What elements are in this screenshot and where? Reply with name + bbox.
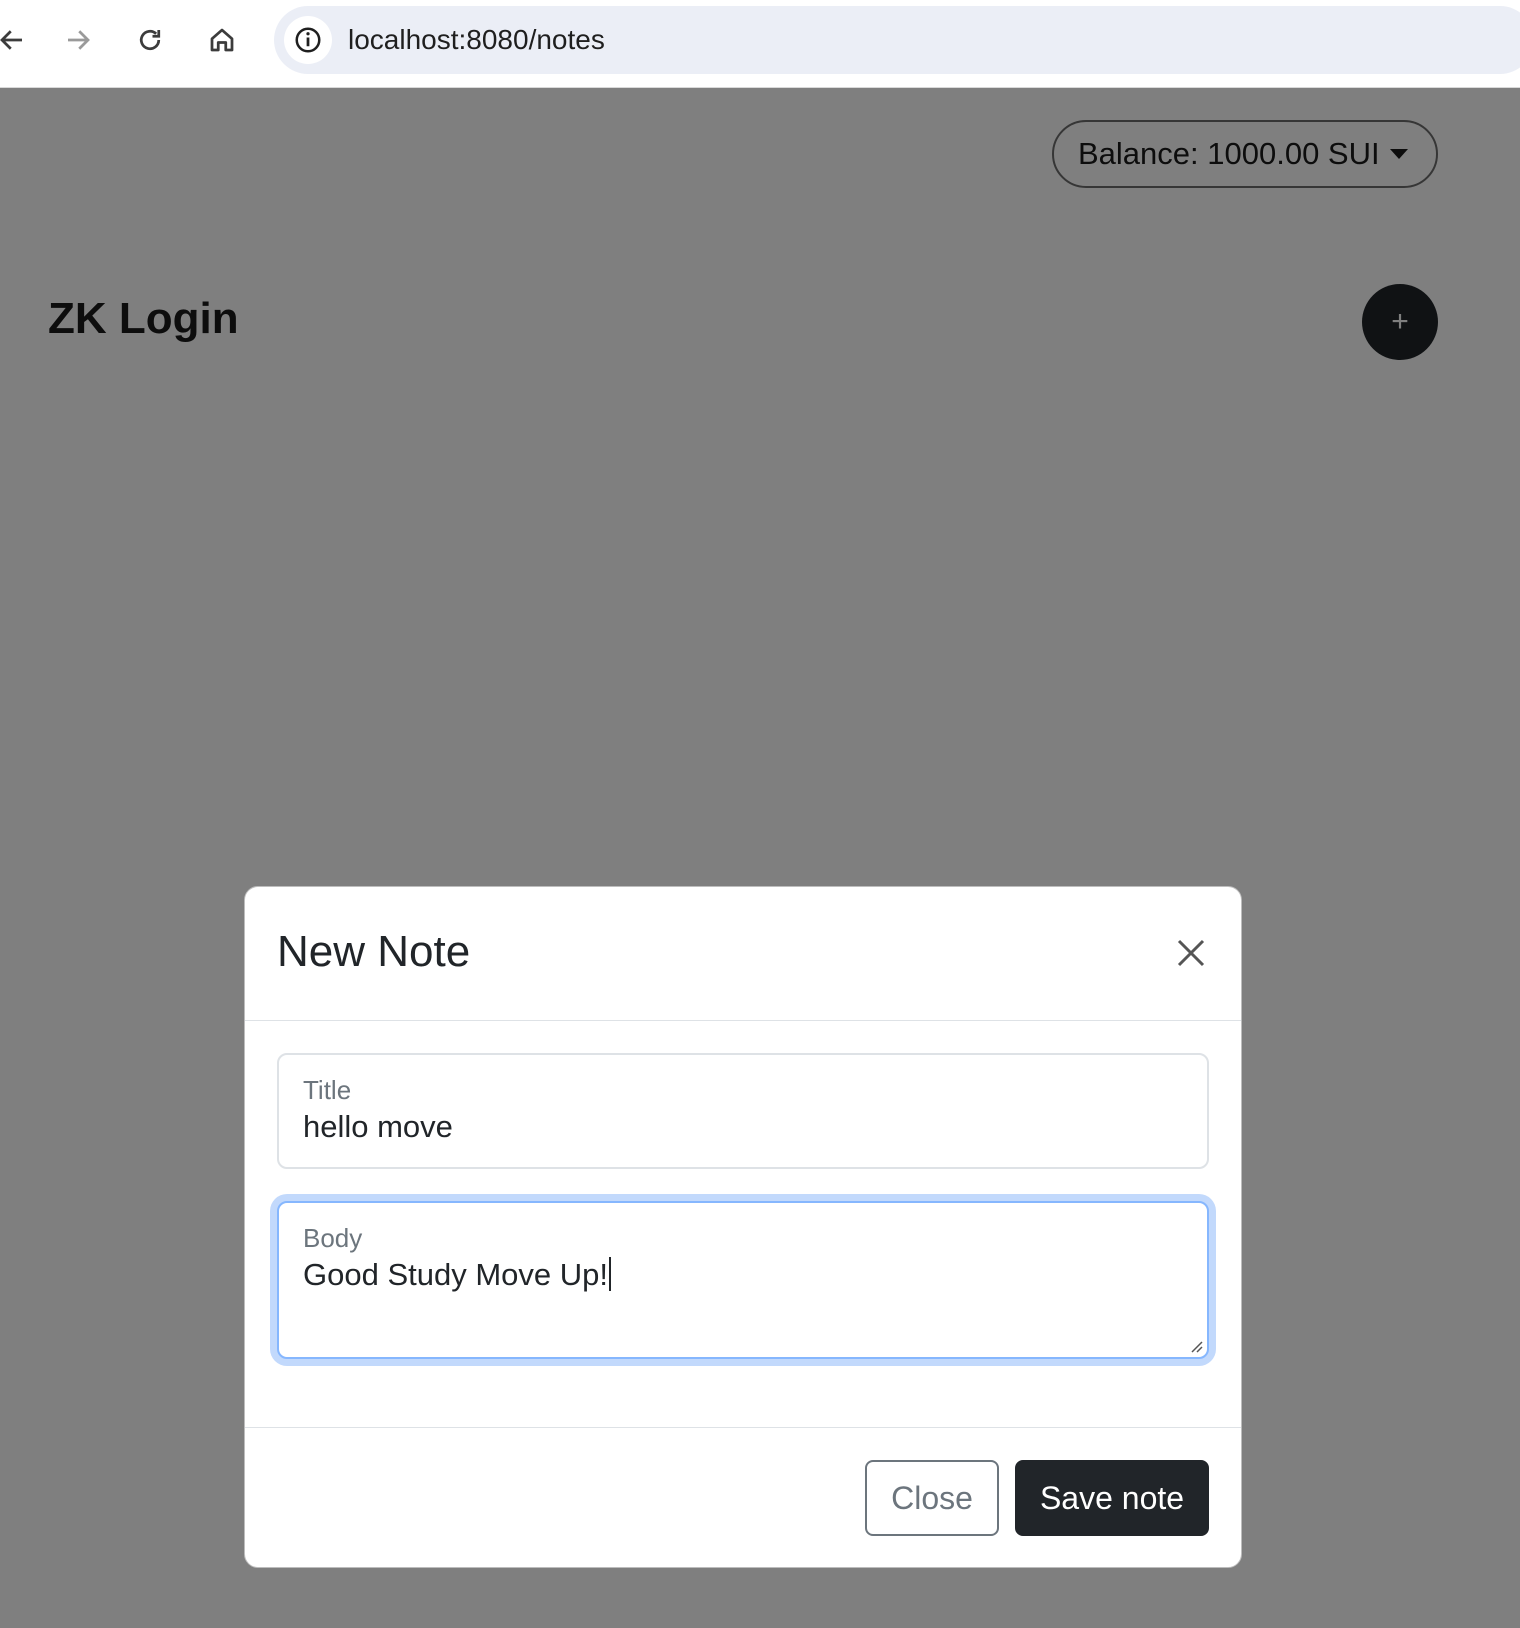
home-icon bbox=[210, 28, 234, 52]
info-icon bbox=[295, 27, 321, 53]
modal-title: New Note bbox=[277, 927, 471, 976]
forward-arrow-icon bbox=[68, 30, 90, 50]
forward-button[interactable] bbox=[54, 16, 102, 64]
back-arrow-icon bbox=[0, 30, 22, 50]
body-textarea[interactable]: Good Study Move Up! bbox=[303, 1257, 1183, 1293]
close-icon bbox=[1177, 939, 1205, 967]
new-note-modal: New Note Title hello move Body Good Stud… bbox=[244, 886, 1242, 1568]
address-bar[interactable]: localhost:8080/notes bbox=[274, 6, 1520, 74]
url-text[interactable]: localhost:8080/notes bbox=[348, 6, 605, 74]
title-field-label: Title bbox=[303, 1075, 352, 1105]
body-text: Good Study Move Up! bbox=[303, 1257, 608, 1292]
modal-footer: Close Save note bbox=[245, 1427, 1241, 1569]
reload-icon bbox=[139, 29, 161, 51]
body-field[interactable]: Body Good Study Move Up! bbox=[277, 1201, 1209, 1359]
home-button[interactable] bbox=[198, 16, 246, 64]
browser-toolbar: localhost:8080/notes bbox=[0, 0, 1520, 88]
modal-header: New Note bbox=[245, 887, 1241, 1021]
body-field-label: Body bbox=[303, 1223, 363, 1253]
reload-button[interactable] bbox=[126, 16, 174, 64]
modal-close-button[interactable] bbox=[1169, 931, 1213, 975]
resize-grip-icon[interactable] bbox=[1189, 1339, 1203, 1353]
title-field[interactable]: Title hello move bbox=[277, 1053, 1209, 1169]
text-cursor bbox=[609, 1257, 611, 1291]
title-input[interactable]: hello move bbox=[303, 1109, 1183, 1145]
save-note-button[interactable]: Save note bbox=[1015, 1460, 1209, 1536]
close-button[interactable]: Close bbox=[865, 1460, 999, 1536]
back-button[interactable] bbox=[0, 16, 36, 64]
site-info-button[interactable] bbox=[284, 16, 332, 64]
